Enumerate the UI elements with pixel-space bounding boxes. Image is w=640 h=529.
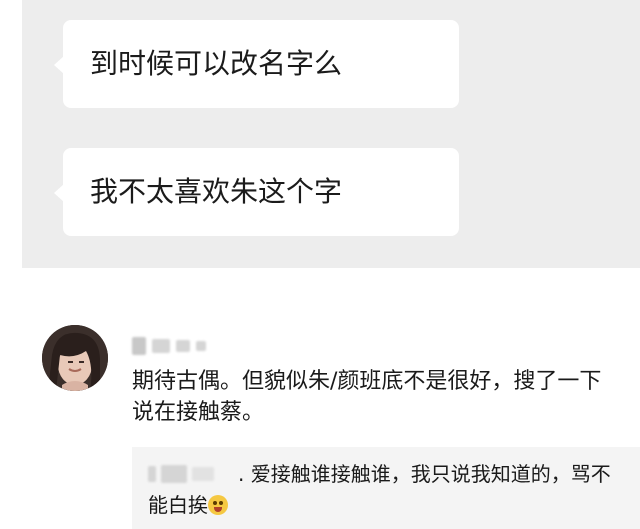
- weibo-post-page: 到时候可以改名字么 我不太喜欢朱这个字 期待古偶。但貌似朱/颜班底不是很好，搜了…: [0, 0, 640, 529]
- redacted-name-block: [132, 337, 146, 355]
- redacted-name-block: [152, 339, 170, 353]
- chat-screenshot: 到时候可以改名字么 我不太喜欢朱这个字: [22, 0, 640, 268]
- avatar[interactable]: [42, 325, 108, 391]
- chat-bubble-incoming: 到时候可以改名字么: [54, 20, 459, 108]
- reply-box[interactable]: . 爱接触谁接触谁，我只说我知道的，骂不能白挨: [132, 447, 640, 529]
- user-photo-avatar-icon: [42, 325, 108, 391]
- chat-message-text: 到时候可以改名字么: [90, 47, 343, 80]
- comment-text: 期待古偶。但貌似朱/颜班底不是很好，搜了一下说在接触蔡。: [132, 369, 602, 425]
- redacted-name-block: [176, 340, 190, 352]
- reply-text: . 爱接触谁接触谁，我只说我知道的，骂不能白挨: [148, 459, 618, 521]
- chat-bubble-incoming: 我不太喜欢朱这个字: [54, 148, 459, 236]
- redacted-name-block: [196, 341, 206, 351]
- comment-username-redacted[interactable]: [132, 334, 206, 358]
- chat-message-text: 我不太喜欢朱这个字: [90, 175, 343, 208]
- screaming-face-icon: [208, 495, 228, 515]
